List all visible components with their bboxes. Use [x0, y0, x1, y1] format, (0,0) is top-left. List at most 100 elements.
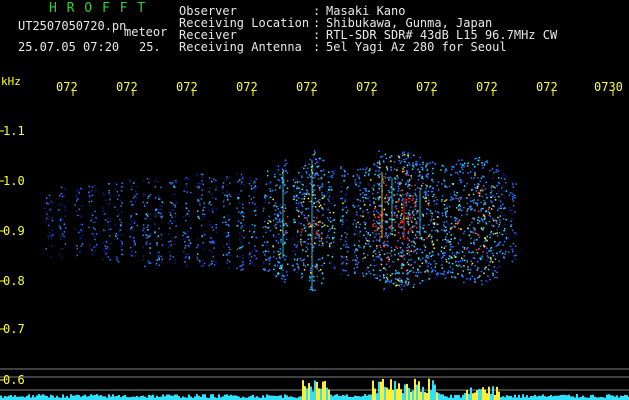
signal-pixel [455, 163, 458, 166]
signal-pixel [174, 262, 177, 264]
signal-pixel [441, 229, 443, 231]
signal-pixel [215, 188, 217, 191]
signal-pixel [276, 166, 279, 168]
signal-pixel [142, 234, 144, 236]
signal-pixel [60, 235, 63, 237]
signal-pixel [255, 186, 258, 189]
signal-pixel [275, 227, 277, 229]
signal-pixel [475, 268, 477, 271]
signal-pixel [81, 223, 84, 226]
signal-pixel [436, 239, 438, 241]
signal-pixel [435, 262, 438, 265]
signal-pixel [474, 174, 476, 176]
signal-pixel [407, 244, 409, 246]
signal-pixel [363, 194, 366, 196]
signal-pixel [160, 212, 162, 215]
signal-pixel [93, 246, 96, 248]
signal-pixel [81, 215, 83, 217]
signal-pixel [408, 184, 411, 186]
signal-pixel [197, 199, 199, 201]
signal-pixel [318, 234, 320, 236]
signal-pixel [340, 167, 342, 170]
signal-pixel [434, 162, 436, 165]
signal-pixel [441, 273, 444, 275]
signal-pixel [144, 231, 146, 233]
signal-pixel [242, 229, 245, 232]
signal-pixel [313, 157, 315, 159]
signal-pixel [409, 228, 411, 230]
signal-pixel [365, 222, 367, 224]
signal-pixel [424, 197, 426, 200]
signal-pixel [378, 176, 380, 178]
signal-pixel [378, 170, 380, 172]
signal-pixel [430, 263, 432, 265]
intensity-bar [592, 394, 594, 400]
signal-pixel [449, 243, 452, 246]
signal-pixel [460, 196, 463, 199]
signal-pixel [476, 187, 479, 189]
signal-pixel [46, 197, 48, 199]
signal-pixel [444, 214, 447, 217]
signal-pixel [377, 182, 379, 185]
signal-pixel [358, 185, 360, 187]
signal-pixel [75, 194, 78, 197]
signal-pixel [316, 267, 318, 270]
intensity-bar [262, 395, 264, 400]
signal-pixel [132, 229, 135, 231]
signal-pixel [413, 225, 416, 227]
signal-pixel [444, 200, 446, 202]
signal-pixel [48, 235, 51, 238]
signal-pixel [238, 211, 240, 213]
signal-pixel [441, 195, 444, 197]
signal-pixel [346, 188, 348, 190]
signal-pixel [161, 244, 164, 246]
signal-pixel [313, 150, 316, 152]
intensity-bar [314, 380, 316, 400]
signal-pixel [281, 168, 284, 170]
signal-pixel [50, 209, 53, 211]
signal-pixel [497, 168, 499, 171]
signal-pixel [374, 230, 376, 232]
signal-pixel [461, 259, 464, 262]
signal-pixel [436, 184, 438, 187]
signal-pixel [158, 251, 160, 254]
signal-pixel [203, 213, 206, 216]
signal-pixel [322, 283, 324, 285]
signal-pixel [305, 193, 308, 196]
signal-pixel [225, 218, 227, 221]
signal-pixel [154, 197, 157, 199]
intensity-bar [560, 395, 562, 400]
signal-pixel [317, 258, 320, 261]
signal-pixel [184, 232, 186, 235]
signal-pixel [511, 248, 514, 251]
signal-pixel [415, 195, 418, 198]
signal-pixel [131, 185, 133, 187]
signal-pixel [279, 173, 281, 176]
signal-pixel [342, 202, 344, 204]
signal-pixel [406, 192, 409, 194]
signal-pixel [411, 212, 414, 214]
signal-pixel [386, 169, 389, 171]
signal-pixel [453, 255, 455, 257]
signal-pixel [379, 253, 381, 256]
signal-pixel [211, 180, 213, 183]
signal-pixel [406, 172, 408, 174]
signal-pixel [324, 169, 326, 171]
signal-pixel [277, 169, 280, 171]
signal-pixel [377, 255, 380, 257]
signal-pixel [396, 216, 398, 218]
signal-pixel [275, 240, 278, 242]
signal-pixel [185, 183, 188, 185]
signal-pixel [474, 265, 476, 267]
signal-pixel [475, 157, 478, 159]
signal-pixel [446, 273, 448, 275]
signal-pixel [341, 185, 343, 188]
signal-pixel [297, 266, 299, 268]
signal-pixel [268, 269, 271, 271]
intensity-bar [42, 394, 44, 400]
signal-pixel [496, 185, 498, 187]
signal-pixel [451, 165, 453, 168]
signal-pixel [395, 205, 398, 207]
signal-pixel [478, 236, 481, 239]
signal-pixel [429, 277, 432, 280]
